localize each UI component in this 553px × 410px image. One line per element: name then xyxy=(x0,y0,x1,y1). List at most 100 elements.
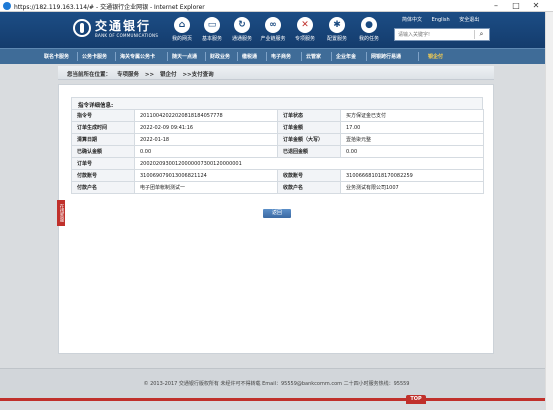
nav-config-service[interactable]: ✱ 配置服务 xyxy=(320,15,354,47)
field-value: 310066681018170082259 xyxy=(340,169,484,182)
service-menu: 联名卡服务 公务卡服务 海关专属公务卡 随天一点通 财政业务 缴税通 电子商务 … xyxy=(0,48,553,64)
site-header: 交通银行 BANK OF COMMUNICATIONS ⌂ 我的网页 ▭ 基本服… xyxy=(0,12,553,48)
bank-logo-en: BANK OF COMMUNICATIONS xyxy=(95,33,159,38)
field-label: 订单生成时间 xyxy=(71,121,135,134)
field-label: 已确认金额 xyxy=(71,145,135,158)
menu-separator xyxy=(115,52,116,61)
menu-item-interbank[interactable]: 网银跨行易通 xyxy=(371,53,401,60)
breadcrumb-item-special-service[interactable]: 专项服务 xyxy=(117,72,139,78)
gear-icon: ✱ xyxy=(329,17,345,33)
field-label: 订单金额 xyxy=(277,121,341,134)
field-value: 2022-01-18 xyxy=(134,133,278,146)
field-value: 310069079013006821124 xyxy=(134,169,278,182)
vertical-scrollbar[interactable] xyxy=(545,12,553,410)
table-row: 订单生成时间 2022-02-09 09:41:16 订单金额 17.00 xyxy=(71,121,484,134)
footer-accent-bar xyxy=(0,398,553,401)
nav-label: 专项服务 xyxy=(294,36,315,42)
back-button[interactable]: 返回 xyxy=(263,209,291,218)
breadcrumb-item-payment-query: >>支付查询 xyxy=(182,72,214,78)
field-value: 17.00 xyxy=(340,121,484,134)
field-label: 收款账号 xyxy=(277,169,341,182)
search-box: ⌕ xyxy=(394,28,490,41)
lang-en-link[interactable]: English xyxy=(432,17,450,23)
field-label: 付款账号 xyxy=(71,169,135,182)
table-row: 付款户名 电子团单帐制测试一 收款户名 业务测试有限公司1007 xyxy=(71,181,484,194)
maximize-button[interactable]: □ xyxy=(507,0,525,12)
field-value: 电子团单帐制测试一 xyxy=(134,181,278,194)
nav-tongtong-service[interactable]: ↻ 通通服务 xyxy=(225,15,259,47)
panel-title: 指令详细信息: xyxy=(71,97,483,109)
table-row: 付款账号 310069079013006821124 收款账号 31006668… xyxy=(71,169,484,182)
home-icon: ⌂ xyxy=(174,17,190,33)
search-icon[interactable]: ⌕ xyxy=(474,30,488,39)
nav-my-tasks[interactable]: ● 我的任务 xyxy=(352,15,386,47)
menu-item-cobrand-card[interactable]: 联名卡服务 xyxy=(44,53,69,60)
menu-item-yinqifu[interactable]: 银企付 xyxy=(428,53,443,60)
menu-separator xyxy=(366,52,367,61)
search-input[interactable] xyxy=(398,31,470,39)
table-row: 清算日期 2022-01-18 订单金额（大写） 壹拾柒元整 xyxy=(71,133,484,146)
nav-basic-service[interactable]: ▭ 基本服务 xyxy=(195,15,229,47)
ie-icon xyxy=(3,2,11,10)
breadcrumb-separator: >> xyxy=(144,72,155,78)
menu-separator xyxy=(77,52,78,61)
online-service-tab[interactable]: 在线客服 xyxy=(57,200,65,226)
logout-link[interactable]: 安全退出 xyxy=(459,17,479,23)
breadcrumb: 您当前所在位置： 专项服务 >> 银企付 >>支付查询 xyxy=(58,66,494,80)
bank-logo[interactable]: 交通银行 BANK OF COMMUNICATIONS xyxy=(73,17,163,43)
order-detail-table: 指令号 20110042022020818184057778 订单状态 买方保证… xyxy=(71,109,484,194)
menu-separator xyxy=(301,52,302,61)
field-value: 20110042022020818184057778 xyxy=(134,109,278,122)
nav-label: 我的任务 xyxy=(358,36,379,42)
nav-label: 产业链服务 xyxy=(260,36,286,42)
table-row: 指令号 20110042022020818184057778 订单状态 买方保证… xyxy=(71,109,484,122)
menu-separator xyxy=(331,52,332,61)
field-value: 0.00 xyxy=(340,145,484,158)
menu-item-ecommerce[interactable]: 电子商务 xyxy=(271,53,291,60)
menu-item-annuity[interactable]: 企业年金 xyxy=(336,53,356,60)
minimize-button[interactable]: – xyxy=(487,0,505,12)
nav-industry-chain[interactable]: ∞ 产业链服务 xyxy=(256,15,290,47)
field-label: 收款户名 xyxy=(277,181,341,194)
field-value: 20020209300120000007300120000001 xyxy=(134,157,484,170)
close-button[interactable]: ✕ xyxy=(527,0,545,12)
field-label: 已退回金额 xyxy=(277,145,341,158)
field-label: 付款户名 xyxy=(71,181,135,194)
footer-copyright: © 2013-2017 交通银行版权所有 未经许可不得转载 Email：9555… xyxy=(143,381,410,387)
window-title: https://182.119.163.114/# - 交通银行企业网银 - I… xyxy=(14,4,205,11)
field-value: 0.00 xyxy=(134,145,278,158)
field-label: 指令号 xyxy=(71,109,135,122)
menu-separator xyxy=(205,52,206,61)
nav-special-service[interactable]: ✕ 专项服务 xyxy=(288,15,322,47)
back-to-top-button[interactable]: TOP xyxy=(406,395,426,404)
link-icon: ∞ xyxy=(265,17,281,33)
top-links: 简体中文 English 安全退出 xyxy=(402,16,487,23)
menu-item-tax[interactable]: 缴税通 xyxy=(242,53,257,60)
nav-my-homepage[interactable]: ⌂ 我的网页 xyxy=(165,15,199,47)
field-label: 清算日期 xyxy=(71,133,135,146)
menu-item-customs-card[interactable]: 海关专属公务卡 xyxy=(120,53,155,60)
nav-label: 我的网页 xyxy=(171,36,192,42)
menu-separator xyxy=(167,52,168,61)
nav-label: 基本服务 xyxy=(201,36,222,42)
window-titlebar: https://182.119.163.114/# - 交通银行企业网银 - I… xyxy=(0,0,553,12)
menu-item-cloud-manager[interactable]: 云管家 xyxy=(306,53,321,60)
menu-item-yidiantong[interactable]: 随天一点通 xyxy=(172,53,197,60)
tools-icon: ✕ xyxy=(297,17,313,33)
user-icon: ● xyxy=(361,17,377,33)
menu-item-official-card[interactable]: 公务卡服务 xyxy=(82,53,107,60)
monitor-icon: ▭ xyxy=(204,17,220,33)
bank-logo-cn: 交通银行 xyxy=(95,19,152,33)
nav-label: 配置服务 xyxy=(326,36,347,42)
menu-item-finance[interactable]: 财政业务 xyxy=(210,53,230,60)
site-footer: © 2013-2017 交通银行版权所有 未经许可不得转载 Email：9555… xyxy=(0,368,553,401)
field-value: 2022-02-09 09:41:16 xyxy=(134,121,278,134)
field-label: 订单状态 xyxy=(277,109,341,122)
field-label: 订单号 xyxy=(71,157,135,170)
field-value: 业务测试有限公司1007 xyxy=(340,181,484,194)
bank-logo-mark xyxy=(73,19,91,37)
cycle-icon: ↻ xyxy=(234,17,250,33)
breadcrumb-item-yinqifu[interactable]: 银企付 xyxy=(160,72,177,78)
menu-separator xyxy=(237,52,238,61)
lang-zh-link[interactable]: 简体中文 xyxy=(402,17,422,23)
